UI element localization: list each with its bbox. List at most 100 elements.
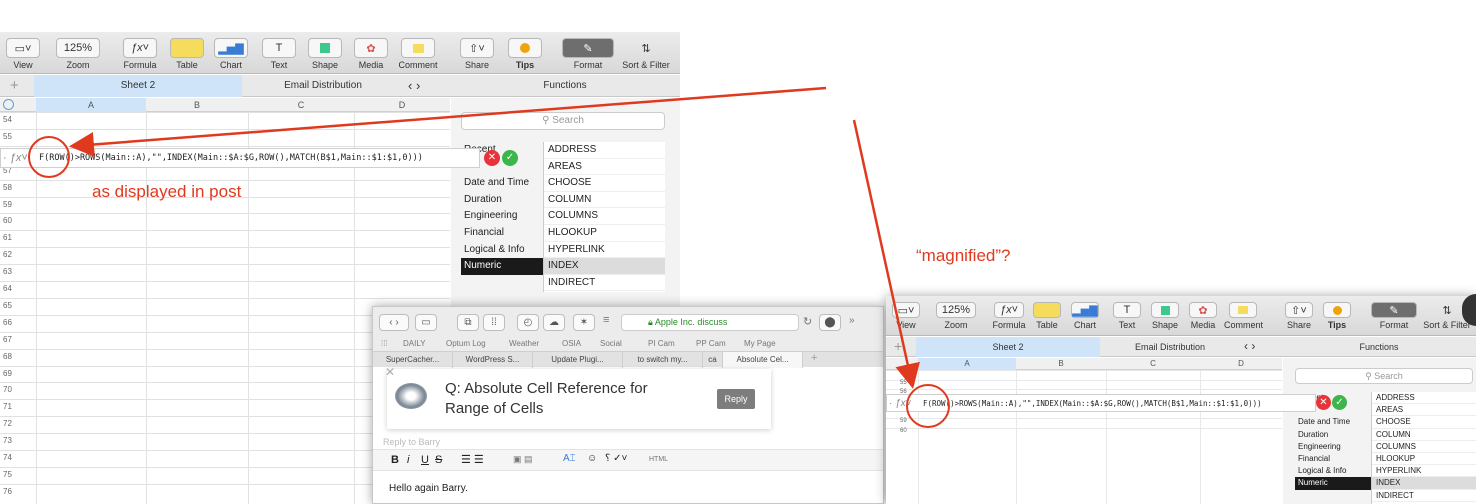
list-icon[interactable]: ☰ ☰ xyxy=(461,453,484,466)
formula-text[interactable]: F(ROW()>ROWS(Main::A),"",INDEX(Main::$A:… xyxy=(923,399,1262,408)
tips-button[interactable]: Tips xyxy=(1322,302,1352,330)
back-forward-buttons[interactable]: ‹ › xyxy=(379,314,409,331)
function-item[interactable]: COLUMNS xyxy=(544,208,665,225)
format-button[interactable]: ✎ Format xyxy=(562,38,614,70)
reply-button[interactable]: Reply xyxy=(717,389,755,409)
share-button[interactable]: ⇧˅ Share xyxy=(1284,302,1314,330)
tab-email-distribution[interactable]: Email Distribution xyxy=(248,75,398,97)
address-bar[interactable]: 🔒︎ Apple Inc. discuss xyxy=(621,314,799,331)
tab-scroll-arrows[interactable]: ‹ › xyxy=(408,78,420,93)
more-icon[interactable]: » xyxy=(849,315,855,326)
bookmark-item[interactable]: DAILY xyxy=(403,339,426,348)
category-item[interactable]: Duration xyxy=(461,192,543,209)
bookmark-item[interactable]: Social xyxy=(600,339,622,348)
format-button[interactable]: ✎ Format xyxy=(1370,302,1418,330)
link-icon[interactable]: A⌶ xyxy=(563,453,576,464)
bold-button[interactable]: B xyxy=(391,454,399,466)
formula-button[interactable]: ƒx˅ Formula xyxy=(120,38,160,70)
function-item[interactable]: INDIRECT xyxy=(1372,490,1476,502)
comment-button[interactable]: Comment xyxy=(398,38,438,70)
function-item[interactable]: INDEX xyxy=(544,258,665,275)
function-item[interactable]: COLUMN xyxy=(1372,429,1476,441)
zoom-button[interactable]: 125% Zoom xyxy=(936,302,976,330)
shape-button[interactable]: Shape xyxy=(308,38,342,70)
tab-sheet-2[interactable]: Sheet 2 xyxy=(34,75,242,97)
category-item[interactable]: Numeric xyxy=(461,258,543,275)
function-item[interactable]: COLUMNS xyxy=(1372,441,1476,453)
table-button[interactable]: Table xyxy=(170,38,204,70)
function-item[interactable]: HLOOKUP xyxy=(544,225,665,242)
column-d[interactable]: D xyxy=(1200,358,1282,370)
browser-tab[interactable]: Absolute Cel... xyxy=(723,352,803,368)
function-item[interactable]: CHOOSE xyxy=(1372,416,1476,429)
bookmark-item[interactable]: PI Cam xyxy=(648,339,675,348)
function-item[interactable]: ADDRESS xyxy=(1372,392,1476,405)
spell-icon[interactable]: ⸮ ✓˅ xyxy=(605,453,627,464)
bookmark-item[interactable]: Optum Log xyxy=(446,339,486,348)
column-a[interactable]: A xyxy=(918,358,1016,370)
history-icon[interactable]: ◴ xyxy=(517,314,539,331)
function-item[interactable]: INDIRECT xyxy=(544,275,665,292)
function-item[interactable]: HYPERLINK xyxy=(1372,465,1476,478)
function-item[interactable]: AREAS xyxy=(1372,404,1476,417)
browser-tab[interactable]: WordPress S... xyxy=(453,352,533,368)
media-button[interactable]: ✿ Media xyxy=(354,38,388,70)
new-tab-button[interactable]: + xyxy=(811,352,817,364)
underline-button[interactable]: U xyxy=(421,454,429,466)
category-item[interactable]: Financial xyxy=(1295,453,1371,465)
reload-icon[interactable]: ↻ xyxy=(803,315,812,328)
tabs-overview-icon[interactable]: ⧉ xyxy=(457,314,479,331)
comment-button[interactable]: Comment xyxy=(1224,302,1263,330)
function-search-input[interactable]: ⚲ Search xyxy=(461,112,665,130)
select-all-icon[interactable] xyxy=(3,99,14,110)
accept-formula-button[interactable]: ✓ xyxy=(1332,395,1347,410)
view-button[interactable]: ▭˅ View xyxy=(6,38,40,70)
column-b[interactable]: B xyxy=(146,98,248,112)
cancel-formula-button[interactable]: ✕ xyxy=(484,150,500,166)
category-item[interactable]: Financial xyxy=(461,225,543,242)
browser-tab[interactable]: to switch my... xyxy=(623,352,703,368)
category-item[interactable]: Logical & Info xyxy=(461,242,543,259)
spreadsheet-grid-right[interactable]: 54555657585960 xyxy=(886,370,1282,504)
emoji-icon[interactable]: ☺ xyxy=(587,453,597,464)
function-item[interactable]: ADDRESS xyxy=(544,142,665,159)
add-sheet-button[interactable]: + xyxy=(10,77,19,94)
category-item[interactable]: Numeric xyxy=(1295,477,1371,490)
browser-tab[interactable]: ca xyxy=(703,352,723,368)
function-item[interactable]: CHOOSE xyxy=(544,175,665,192)
function-search-input[interactable]: ⚲ Search xyxy=(1295,368,1473,384)
html-button[interactable]: HTML xyxy=(649,456,668,463)
shape-button[interactable]: Shape xyxy=(1150,302,1180,330)
bookmark-item[interactable]: My Page xyxy=(744,339,776,348)
grid-icon[interactable]: ⁞⁞ xyxy=(483,314,505,331)
close-icon[interactable]: ✕ xyxy=(385,365,395,379)
bookmark-item[interactable]: OSIA xyxy=(562,339,581,348)
cancel-formula-button[interactable]: ✕ xyxy=(1316,395,1331,410)
view-button[interactable]: ▭˅ View xyxy=(892,302,920,330)
sidebar-icon[interactable]: ▭ xyxy=(415,314,437,331)
table-button[interactable]: Table xyxy=(1032,302,1062,330)
chart-button[interactable]: ▂▅▇ Chart xyxy=(1070,302,1100,330)
bookmark-item[interactable]: Weather xyxy=(509,339,539,348)
function-item[interactable]: HLOOKUP xyxy=(1372,453,1476,466)
formula-button[interactable]: ƒx˅ Formula xyxy=(992,302,1026,330)
tab-email-distribution[interactable]: Email Distribution xyxy=(1104,337,1236,357)
cloud-icon[interactable]: ☁ xyxy=(543,314,565,331)
zoom-button[interactable]: 125% Zoom xyxy=(56,38,100,70)
bookmark-item[interactable]: PP Cam xyxy=(696,339,726,348)
formula-editor-right[interactable]: · ƒx˅ F(ROW()>ROWS(Main::A),"",INDEX(Mai… xyxy=(886,394,1316,412)
category-item[interactable]: Logical & Info xyxy=(1295,465,1371,477)
share-button[interactable]: ⇧˅ Share xyxy=(460,38,494,70)
column-a[interactable]: A xyxy=(36,98,146,112)
text-button[interactable]: T Text xyxy=(262,38,296,70)
strike-button[interactable]: S xyxy=(435,454,442,466)
reply-body[interactable]: Hello again Barry. xyxy=(389,483,468,494)
text-button[interactable]: T Text xyxy=(1112,302,1142,330)
media-button[interactable]: ✿ Media xyxy=(1188,302,1218,330)
function-item[interactable]: AREAS xyxy=(544,159,665,176)
category-item[interactable]: Date and Time xyxy=(461,175,543,192)
category-item[interactable]: Engineering xyxy=(461,208,543,225)
add-sheet-button[interactable]: + xyxy=(894,338,902,354)
accept-formula-button[interactable]: ✓ xyxy=(502,150,518,166)
function-item[interactable]: COLUMN xyxy=(544,192,665,209)
